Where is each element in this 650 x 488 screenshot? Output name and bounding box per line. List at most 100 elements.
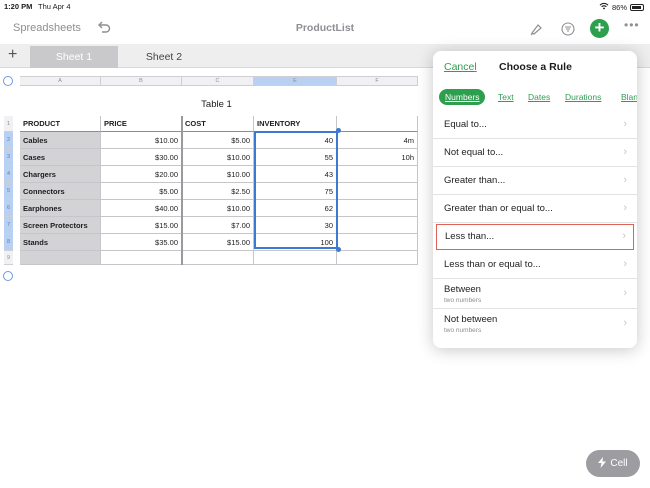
rule-label: Equal to... xyxy=(444,119,487,130)
status-date: Thu Apr 4 xyxy=(38,2,71,11)
column-header-row: A B C E F xyxy=(20,76,418,86)
header-cell-empty[interactable] xyxy=(337,116,418,132)
price-cell[interactable]: $40.00 xyxy=(101,200,182,217)
add-sheet-icon[interactable]: + xyxy=(8,46,17,64)
price-cell[interactable]: $35.00 xyxy=(101,234,182,251)
rule-not-between[interactable]: Not between two numbers › xyxy=(433,309,637,339)
row-header-selected[interactable]: 4 xyxy=(4,166,13,183)
rule-greater-than[interactable]: Greater than... › xyxy=(433,167,637,195)
cell-button[interactable]: Cell xyxy=(586,450,640,477)
empty-cell[interactable] xyxy=(182,251,254,265)
select-table-handle[interactable] xyxy=(3,76,13,86)
rule-less-than-or-equal[interactable]: Less than or equal to... › xyxy=(433,251,637,279)
lightning-icon xyxy=(598,456,607,471)
tab-blank[interactable]: Blan xyxy=(621,89,637,105)
cost-cell[interactable]: $2.50 xyxy=(182,183,254,200)
rule-greater-than-or-equal[interactable]: Greater than or equal to... › xyxy=(433,195,637,223)
add-object-icon[interactable]: + xyxy=(590,19,609,38)
row-header-selected[interactable]: 5 xyxy=(4,183,13,200)
extra-cell[interactable]: 4m xyxy=(337,132,418,149)
header-cell-product[interactable]: PRODUCT xyxy=(20,116,101,132)
extra-cell[interactable] xyxy=(337,200,418,217)
empty-cell[interactable] xyxy=(101,251,182,265)
extra-cell[interactable] xyxy=(337,166,418,183)
column-header[interactable]: C xyxy=(182,77,254,85)
cost-cell[interactable]: $7.00 xyxy=(182,217,254,234)
selection-handle-top[interactable] xyxy=(336,128,341,133)
tab-numbers[interactable]: Numbers xyxy=(439,89,486,105)
product-cell[interactable]: Screen Protectors xyxy=(20,217,101,234)
tab-sheet-2[interactable]: Sheet 2 xyxy=(120,46,208,68)
price-cell[interactable]: $30.00 xyxy=(101,149,182,166)
price-cell[interactable]: $15.00 xyxy=(101,217,182,234)
row-header-selected[interactable]: 6 xyxy=(4,200,13,217)
cost-cell[interactable]: $10.00 xyxy=(182,200,254,217)
empty-cell[interactable] xyxy=(337,251,418,265)
column-header[interactable]: B xyxy=(101,77,182,85)
tab-dates[interactable]: Dates xyxy=(528,89,550,105)
empty-cell[interactable] xyxy=(20,251,101,265)
extra-cell[interactable] xyxy=(337,217,418,234)
row-header[interactable]: 9 xyxy=(4,251,13,265)
rule-not-equal-to[interactable]: Not equal to... › xyxy=(433,139,637,167)
row-header-selected[interactable]: 7 xyxy=(4,217,13,234)
product-cell[interactable]: Connectors xyxy=(20,183,101,200)
rule-sublabel: two numbers xyxy=(444,297,482,304)
chevron-right-icon: › xyxy=(623,287,627,299)
rule-less-than[interactable]: Less than... › xyxy=(436,224,634,250)
column-header[interactable]: A xyxy=(20,77,101,85)
cost-cell[interactable]: $15.00 xyxy=(182,234,254,251)
price-cell[interactable]: $10.00 xyxy=(101,132,182,149)
popover-title: Choose a Rule xyxy=(499,61,572,73)
product-cell[interactable]: Stands xyxy=(20,234,101,251)
document-title: ProductList xyxy=(295,22,355,34)
row-header-selected[interactable]: 8 xyxy=(4,234,13,251)
column-header-selected[interactable]: E xyxy=(254,77,337,85)
price-cell[interactable]: $20.00 xyxy=(101,166,182,183)
selection-handle-bottom[interactable] xyxy=(336,247,341,252)
extra-cell[interactable]: 10h xyxy=(337,149,418,166)
row-header-selected[interactable]: 3 xyxy=(4,149,13,166)
rule-equal-to[interactable]: Equal to... › xyxy=(433,111,637,139)
chevron-right-icon: › xyxy=(623,258,627,270)
tab-durations[interactable]: Durations xyxy=(565,89,601,105)
header-cell-price[interactable]: PRICE xyxy=(101,116,182,132)
selection-range[interactable] xyxy=(254,131,338,249)
add-row-handle[interactable] xyxy=(3,271,13,281)
more-icon[interactable]: ••• xyxy=(624,18,640,32)
status-bar: 1:20 PM Thu Apr 4 86% xyxy=(0,0,650,14)
cost-cell[interactable]: $10.00 xyxy=(182,166,254,183)
tab-text[interactable]: Text xyxy=(498,89,514,105)
column-header[interactable]: F xyxy=(337,77,418,85)
rule-between[interactable]: Between two numbers › xyxy=(433,279,637,309)
extra-cell[interactable] xyxy=(337,234,418,251)
rule-category-tabs: Numbers Text Dates Durations Blan xyxy=(439,89,637,105)
column-divider xyxy=(181,116,183,265)
tab-sheet-1[interactable]: Sheet 1 xyxy=(30,46,118,68)
status-time: 1:20 PM xyxy=(4,2,33,11)
cost-cell[interactable]: $5.00 xyxy=(182,132,254,149)
row-header-selected[interactable]: 2 xyxy=(4,132,13,149)
product-cell[interactable]: Earphones xyxy=(20,200,101,217)
table-title[interactable]: Table 1 xyxy=(20,99,413,110)
filter-icon[interactable] xyxy=(559,20,577,38)
product-cell[interactable]: Cables xyxy=(20,132,101,149)
chevron-right-icon: › xyxy=(623,174,627,186)
battery-percent: 86% xyxy=(611,2,627,12)
row-header[interactable]: 1 xyxy=(4,116,13,132)
header-cell-cost[interactable]: COST xyxy=(182,116,254,132)
extra-cell[interactable] xyxy=(337,183,418,200)
price-cell[interactable]: $5.00 xyxy=(101,183,182,200)
format-brush-icon[interactable] xyxy=(527,20,545,38)
rule-label: Greater than or equal to... xyxy=(444,203,553,214)
product-cell[interactable]: Chargers xyxy=(20,166,101,183)
choose-rule-popover: Cancel Choose a Rule Numbers Text Dates … xyxy=(433,51,637,348)
chevron-right-icon: › xyxy=(623,146,627,158)
product-cell[interactable]: Cases xyxy=(20,149,101,166)
battery-icon xyxy=(630,3,644,11)
cancel-button[interactable]: Cancel xyxy=(444,61,477,73)
empty-cell[interactable] xyxy=(254,251,337,265)
header-cell-inventory[interactable]: INVENTORY xyxy=(254,116,337,132)
cost-cell[interactable]: $10.00 xyxy=(182,149,254,166)
toolbar: Spreadsheets ProductList xyxy=(0,14,650,44)
